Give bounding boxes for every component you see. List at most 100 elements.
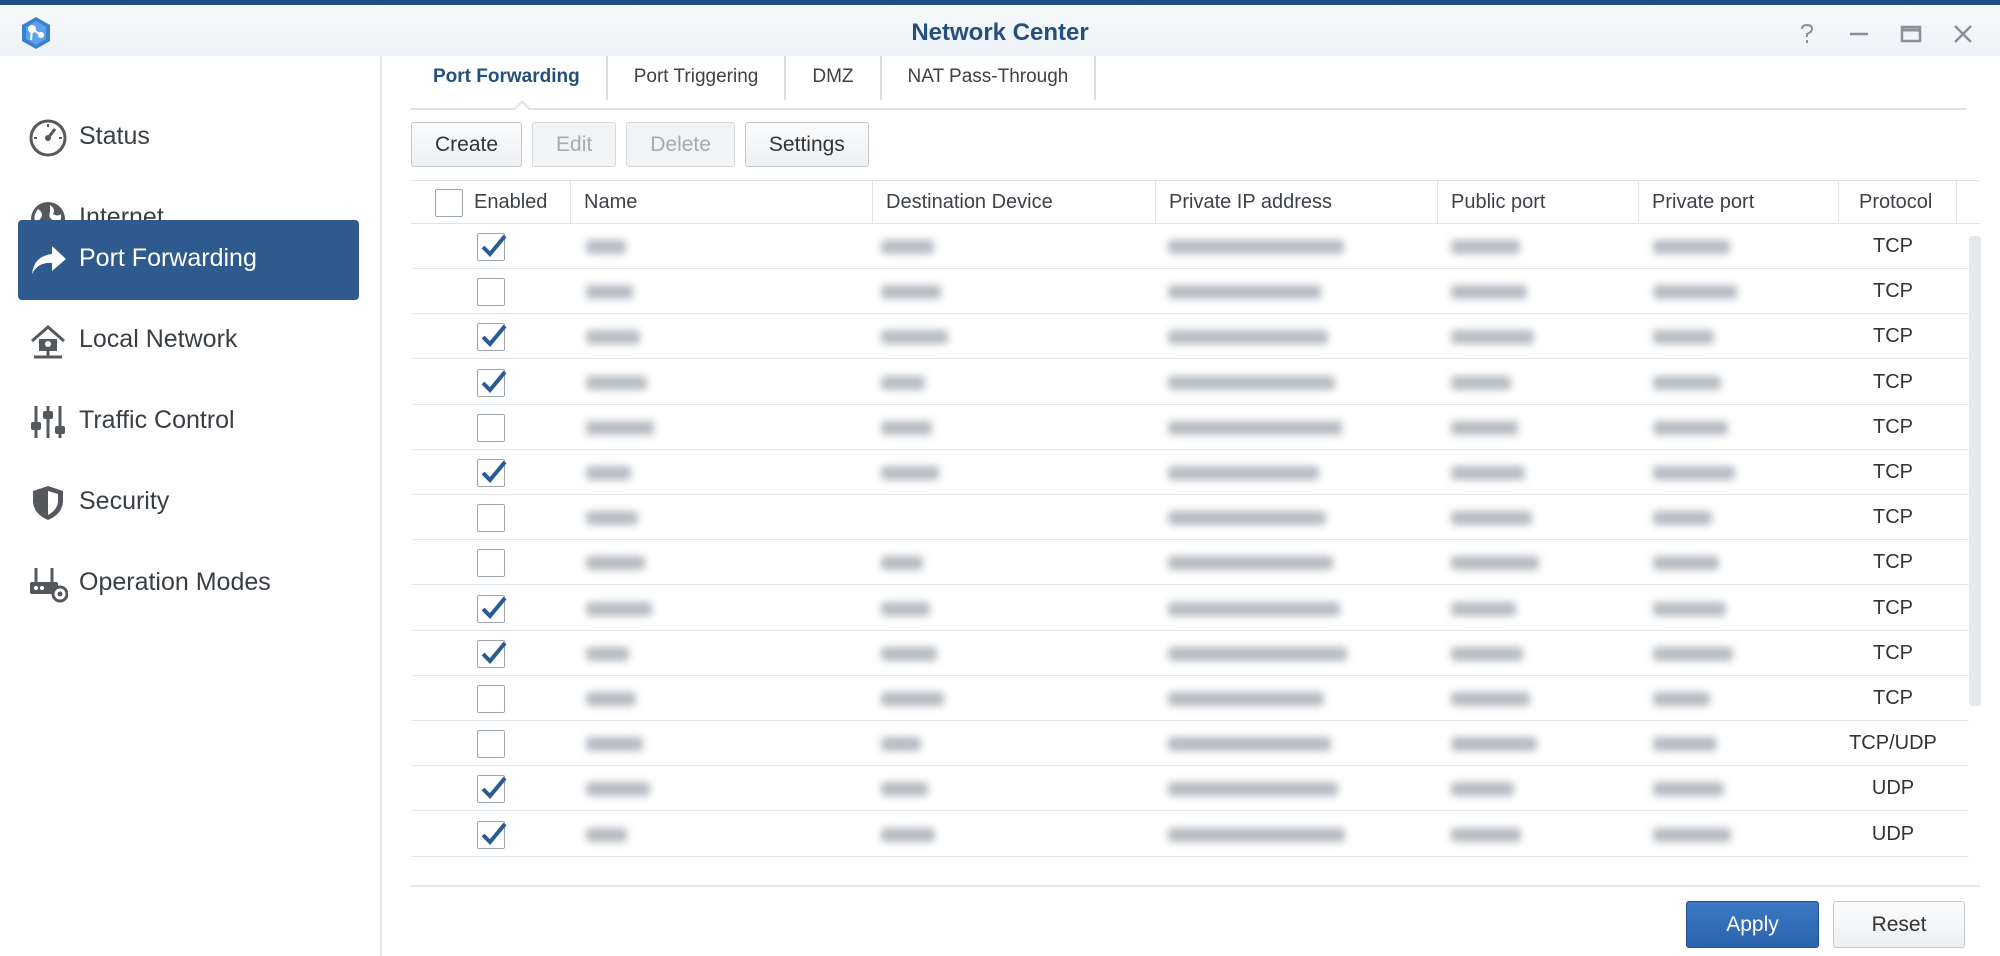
redacted-cell	[1451, 827, 1521, 842]
home-network-icon	[28, 321, 68, 361]
forward-arrow-icon	[28, 240, 68, 280]
tab-nat-pass-through[interactable]: NAT Pass-Through	[882, 56, 1097, 100]
column-header-public-port[interactable]: Public port	[1438, 181, 1639, 224]
column-header-name[interactable]: Name	[571, 181, 873, 224]
minimize-icon[interactable]	[1842, 17, 1876, 51]
maximize-icon[interactable]	[1894, 17, 1928, 51]
enabled-checkbox-checked[interactable]	[477, 323, 507, 352]
redacted-cell	[1168, 375, 1335, 390]
protocol-cell: TCP	[1873, 551, 1913, 574]
redacted-cell	[1451, 375, 1511, 390]
column-header-protocol[interactable]: Protocol	[1839, 181, 1957, 224]
sidebar-item-label: Port Forwarding	[79, 244, 257, 272]
sidebar-item-local-network[interactable]: Local Network	[18, 301, 359, 381]
enabled-checkbox[interactable]	[477, 549, 505, 578]
enabled-checkbox[interactable]	[477, 730, 505, 759]
close-icon[interactable]	[1946, 17, 1980, 51]
sidebar-item-label: Local Network	[79, 325, 238, 353]
table-row[interactable]: UDP	[411, 766, 1969, 812]
column-header-enabled[interactable]: Enabled	[411, 181, 571, 224]
protocol-cell: TCP	[1873, 235, 1913, 257]
checkmark-icon	[481, 596, 507, 619]
redacted-cell	[1653, 375, 1721, 390]
tab-port-triggering[interactable]: Port Triggering	[608, 56, 787, 100]
apply-button[interactable]: Apply	[1686, 901, 1819, 948]
enabled-checkbox[interactable]	[477, 278, 505, 307]
table-row[interactable]: TCP	[411, 586, 1969, 631]
port-forwarding-table: Enabled Name Destination Device Private …	[411, 180, 1980, 857]
edit-button[interactable]: Edit	[532, 122, 617, 167]
table-row[interactable]: TCP	[411, 631, 1969, 676]
sidebar-item-port-forwarding[interactable]: Port Forwarding	[18, 220, 359, 300]
table-row[interactable]: TCP/UDP	[411, 721, 1969, 767]
redacted-cell	[881, 646, 937, 661]
table-row[interactable]: TCP	[411, 360, 1969, 405]
enabled-checkbox-checked[interactable]	[477, 233, 507, 261]
redacted-cell	[1451, 240, 1520, 254]
redacted-cell	[1451, 692, 1530, 706]
redacted-cell	[1653, 285, 1737, 300]
redacted-cell	[881, 692, 944, 706]
main-panel: Port Forwarding Port Triggering DMZ NAT …	[384, 56, 2000, 956]
table-row[interactable]: TCP	[411, 314, 1969, 360]
protocol-cell: UDP	[1871, 777, 1915, 800]
sidebar: Status Internet Port Forwarding Local Ne…	[0, 56, 382, 956]
table-row[interactable]: UDP	[411, 812, 1969, 857]
redacted-cell	[586, 827, 627, 842]
enabled-checkbox-checked[interactable]	[477, 594, 507, 623]
table-row[interactable]: TCP	[411, 224, 1969, 269]
table-row[interactable]: TCP	[411, 676, 1969, 721]
enabled-checkbox-checked[interactable]	[477, 368, 507, 397]
column-header-private-ip[interactable]: Private IP address	[1156, 181, 1438, 224]
redacted-cell	[881, 240, 934, 254]
enabled-checkbox[interactable]	[477, 685, 505, 713]
redacted-cell	[586, 375, 647, 390]
table-row[interactable]: TCP	[411, 269, 1969, 315]
enabled-checkbox-checked[interactable]	[477, 459, 507, 487]
protocol-cell: TCP	[1873, 641, 1913, 664]
select-all-checkbox[interactable]	[435, 189, 463, 217]
create-button[interactable]: Create	[411, 122, 523, 167]
column-header-destination-device[interactable]: Destination Device	[873, 181, 1156, 224]
checkmark-icon	[481, 460, 507, 483]
redacted-cell	[1653, 240, 1730, 254]
column-header-private-port[interactable]: Private port	[1639, 181, 1839, 224]
redacted-cell	[881, 827, 935, 842]
table-row[interactable]: TCP	[411, 450, 1969, 495]
redacted-cell	[881, 375, 925, 390]
table-row[interactable]: TCP	[411, 540, 1969, 586]
redacted-cell	[881, 601, 930, 616]
redacted-cell	[1451, 601, 1516, 616]
tab-dmz[interactable]: DMZ	[786, 56, 882, 100]
tab-port-forwarding[interactable]: Port Forwarding	[411, 56, 608, 100]
protocol-cell: TCP	[1873, 506, 1913, 529]
delete-button[interactable]: Delete	[626, 122, 735, 167]
enabled-checkbox-checked[interactable]	[477, 820, 507, 849]
redacted-cell	[1451, 737, 1537, 752]
table-scrollbar[interactable]	[1969, 236, 1981, 706]
window-title: Network Center	[911, 19, 1089, 46]
enabled-checkbox[interactable]	[477, 413, 505, 442]
sidebar-item-security[interactable]: Security	[18, 463, 359, 543]
shield-icon	[28, 483, 68, 523]
sliders-icon	[28, 402, 68, 442]
enabled-checkbox-checked[interactable]	[477, 639, 507, 668]
help-icon[interactable]	[1790, 17, 1824, 51]
redacted-cell	[1451, 646, 1523, 661]
redacted-cell	[1451, 556, 1539, 571]
redacted-cell	[1451, 511, 1532, 526]
table-row[interactable]: TCP	[411, 405, 1969, 450]
sidebar-item-status[interactable]: Status	[18, 98, 359, 178]
table-row[interactable]: TCP	[411, 495, 1969, 541]
redacted-cell	[881, 782, 928, 797]
reset-button[interactable]: Reset	[1833, 901, 1965, 948]
enabled-checkbox[interactable]	[477, 504, 505, 533]
redacted-cell	[1451, 330, 1534, 345]
redacted-cell	[1653, 646, 1733, 661]
sidebar-item-traffic-control[interactable]: Traffic Control	[18, 382, 359, 462]
redacted-cell	[586, 511, 638, 526]
redacted-cell	[1451, 782, 1514, 797]
settings-button[interactable]: Settings	[744, 122, 869, 167]
enabled-checkbox-checked[interactable]	[477, 775, 507, 804]
sidebar-item-operation-modes[interactable]: Operation Modes	[18, 544, 359, 624]
